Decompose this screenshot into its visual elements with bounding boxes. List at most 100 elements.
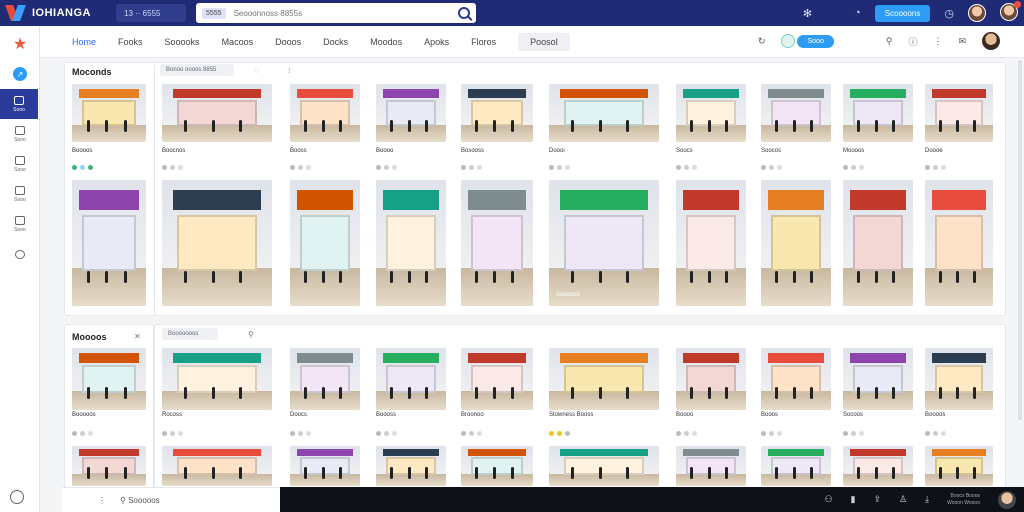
rail-item-active[interactable]: Sooo xyxy=(0,89,38,119)
tag-dots[interactable] xyxy=(925,431,946,436)
rail-favorites[interactable]: ★ xyxy=(0,29,40,59)
settings-icon[interactable]: ◌ xyxy=(254,66,259,75)
tag-dots[interactable] xyxy=(376,431,397,436)
store-thumbnail[interactable] xyxy=(761,348,831,410)
store-photo[interactable] xyxy=(761,180,831,306)
store-thumbnail[interactable] xyxy=(290,348,360,410)
tag-dots[interactable] xyxy=(925,165,946,170)
tag-dots[interactable] xyxy=(376,165,397,170)
rail-item-6[interactable] xyxy=(0,239,40,269)
tag-dots[interactable] xyxy=(549,165,570,170)
settings-icon[interactable]: ✻ xyxy=(803,7,812,20)
clock-icon[interactable]: ◷ xyxy=(944,7,954,20)
store-photo[interactable] xyxy=(376,446,446,486)
tab-home[interactable]: Home xyxy=(72,37,96,47)
help-icon[interactable]: ◔ xyxy=(854,7,861,19)
store-photo[interactable] xyxy=(290,446,360,486)
store-photo[interactable] xyxy=(290,180,360,306)
store-photo[interactable] xyxy=(461,446,533,486)
tab-5[interactable]: Docks xyxy=(323,37,348,47)
tab-1[interactable]: Fooks xyxy=(118,37,143,47)
tag-dots[interactable] xyxy=(72,165,93,170)
store-photo[interactable] xyxy=(925,180,993,306)
store-thumbnail[interactable] xyxy=(162,84,272,142)
view-toggle[interactable]: Sooo xyxy=(781,34,834,48)
help-circle-icon[interactable] xyxy=(10,490,24,504)
store-photo[interactable] xyxy=(843,446,913,486)
tag-dots[interactable] xyxy=(761,431,782,436)
team-avatar[interactable] xyxy=(968,4,986,22)
store-photo[interactable] xyxy=(843,180,913,306)
notification-avatar[interactable] xyxy=(1000,1,1021,23)
store-thumbnail[interactable] xyxy=(549,84,659,142)
user-icon[interactable]: ♙ xyxy=(899,494,907,505)
search-scope-tag[interactable]: 5555 xyxy=(202,7,226,19)
store-photo[interactable] xyxy=(549,180,659,306)
search-input[interactable] xyxy=(233,8,458,18)
tab-4[interactable]: Dooos xyxy=(275,37,301,47)
search-bar[interactable]: 5555 xyxy=(196,3,476,23)
rail-item-3[interactable]: Sooo xyxy=(0,149,40,179)
refresh-icon[interactable]: ↻ xyxy=(758,36,766,47)
info-icon[interactable]: ⓘ xyxy=(908,35,917,48)
tag-dots[interactable] xyxy=(162,431,183,436)
close-icon[interactable]: ✕ xyxy=(134,332,141,341)
store-thumbnail[interactable] xyxy=(843,348,913,410)
tag-dots[interactable] xyxy=(461,431,482,436)
taskbar-avatar[interactable] xyxy=(998,490,1016,509)
store-thumbnail[interactable] xyxy=(925,84,993,142)
store-thumbnail[interactable] xyxy=(72,84,146,142)
people-icon[interactable]: ⚇ xyxy=(824,494,832,505)
tab-3[interactable]: Macoos xyxy=(222,37,254,47)
pin-icon[interactable]: ⚲ xyxy=(886,36,893,47)
rail-item-4[interactable]: Sooo xyxy=(0,179,40,209)
tag-dots[interactable] xyxy=(843,165,864,170)
tag-dots[interactable] xyxy=(290,431,311,436)
store-photo[interactable] xyxy=(676,446,746,486)
share-icon[interactable]: ⇪ xyxy=(873,494,881,505)
tab-7[interactable]: Apoks xyxy=(424,37,449,47)
store-thumbnail[interactable] xyxy=(843,84,913,142)
app-logo[interactable] xyxy=(5,3,26,23)
tag-dots[interactable] xyxy=(549,431,570,436)
tag-dots[interactable] xyxy=(461,165,482,170)
tag-dots[interactable] xyxy=(72,431,93,436)
more-icon[interactable]: ⋮ xyxy=(933,36,942,47)
rail-share[interactable]: ↗ xyxy=(0,59,40,89)
tab-9[interactable]: Poosol xyxy=(518,32,570,51)
filter-icon[interactable]: ⁝ xyxy=(288,66,291,75)
footer-link[interactable]: ⚲ Sooooos xyxy=(120,496,160,505)
store-photo[interactable] xyxy=(549,446,659,486)
store-thumbnail[interactable] xyxy=(461,348,533,410)
primary-action-button[interactable]: Scoooons xyxy=(874,4,931,22)
scrollbar[interactable] xyxy=(1018,60,1022,420)
rail-item-5[interactable]: Sooo xyxy=(0,209,40,239)
tab-2[interactable]: Sooooks xyxy=(165,37,200,47)
store-thumbnail[interactable] xyxy=(676,348,746,410)
tag-dots[interactable] xyxy=(162,165,183,170)
search-icon[interactable]: ⚲ xyxy=(248,330,254,339)
rail-item-2[interactable]: Sooo xyxy=(0,119,40,149)
store-thumbnail[interactable] xyxy=(549,348,659,410)
store-photo[interactable] xyxy=(72,446,146,486)
chart-icon[interactable]: ▮ xyxy=(851,494,856,505)
tab-8[interactable]: Floros xyxy=(471,37,496,47)
nav-avatar[interactable] xyxy=(982,32,1000,50)
search-icon[interactable] xyxy=(458,7,470,19)
store-thumbnail[interactable] xyxy=(162,348,272,410)
store-thumbnail[interactable] xyxy=(761,84,831,142)
tag-dots[interactable] xyxy=(843,431,864,436)
store-photo[interactable] xyxy=(72,180,146,306)
store-thumbnail[interactable] xyxy=(925,348,993,410)
store-photo[interactable] xyxy=(761,446,831,486)
tag-dots[interactable] xyxy=(676,165,697,170)
download-icon[interactable]: ⤓ xyxy=(925,494,929,505)
section1-filter-chip[interactable]: Bonoo oooos 8855 xyxy=(160,64,234,76)
store-photo[interactable] xyxy=(676,180,746,306)
store-thumbnail[interactable] xyxy=(676,84,746,142)
store-photo[interactable] xyxy=(162,446,272,486)
store-thumbnail[interactable] xyxy=(72,348,146,410)
mail-icon[interactable]: ✉ xyxy=(958,36,966,47)
store-photo[interactable] xyxy=(162,180,272,306)
more-icon[interactable]: ⋮ xyxy=(98,496,106,505)
